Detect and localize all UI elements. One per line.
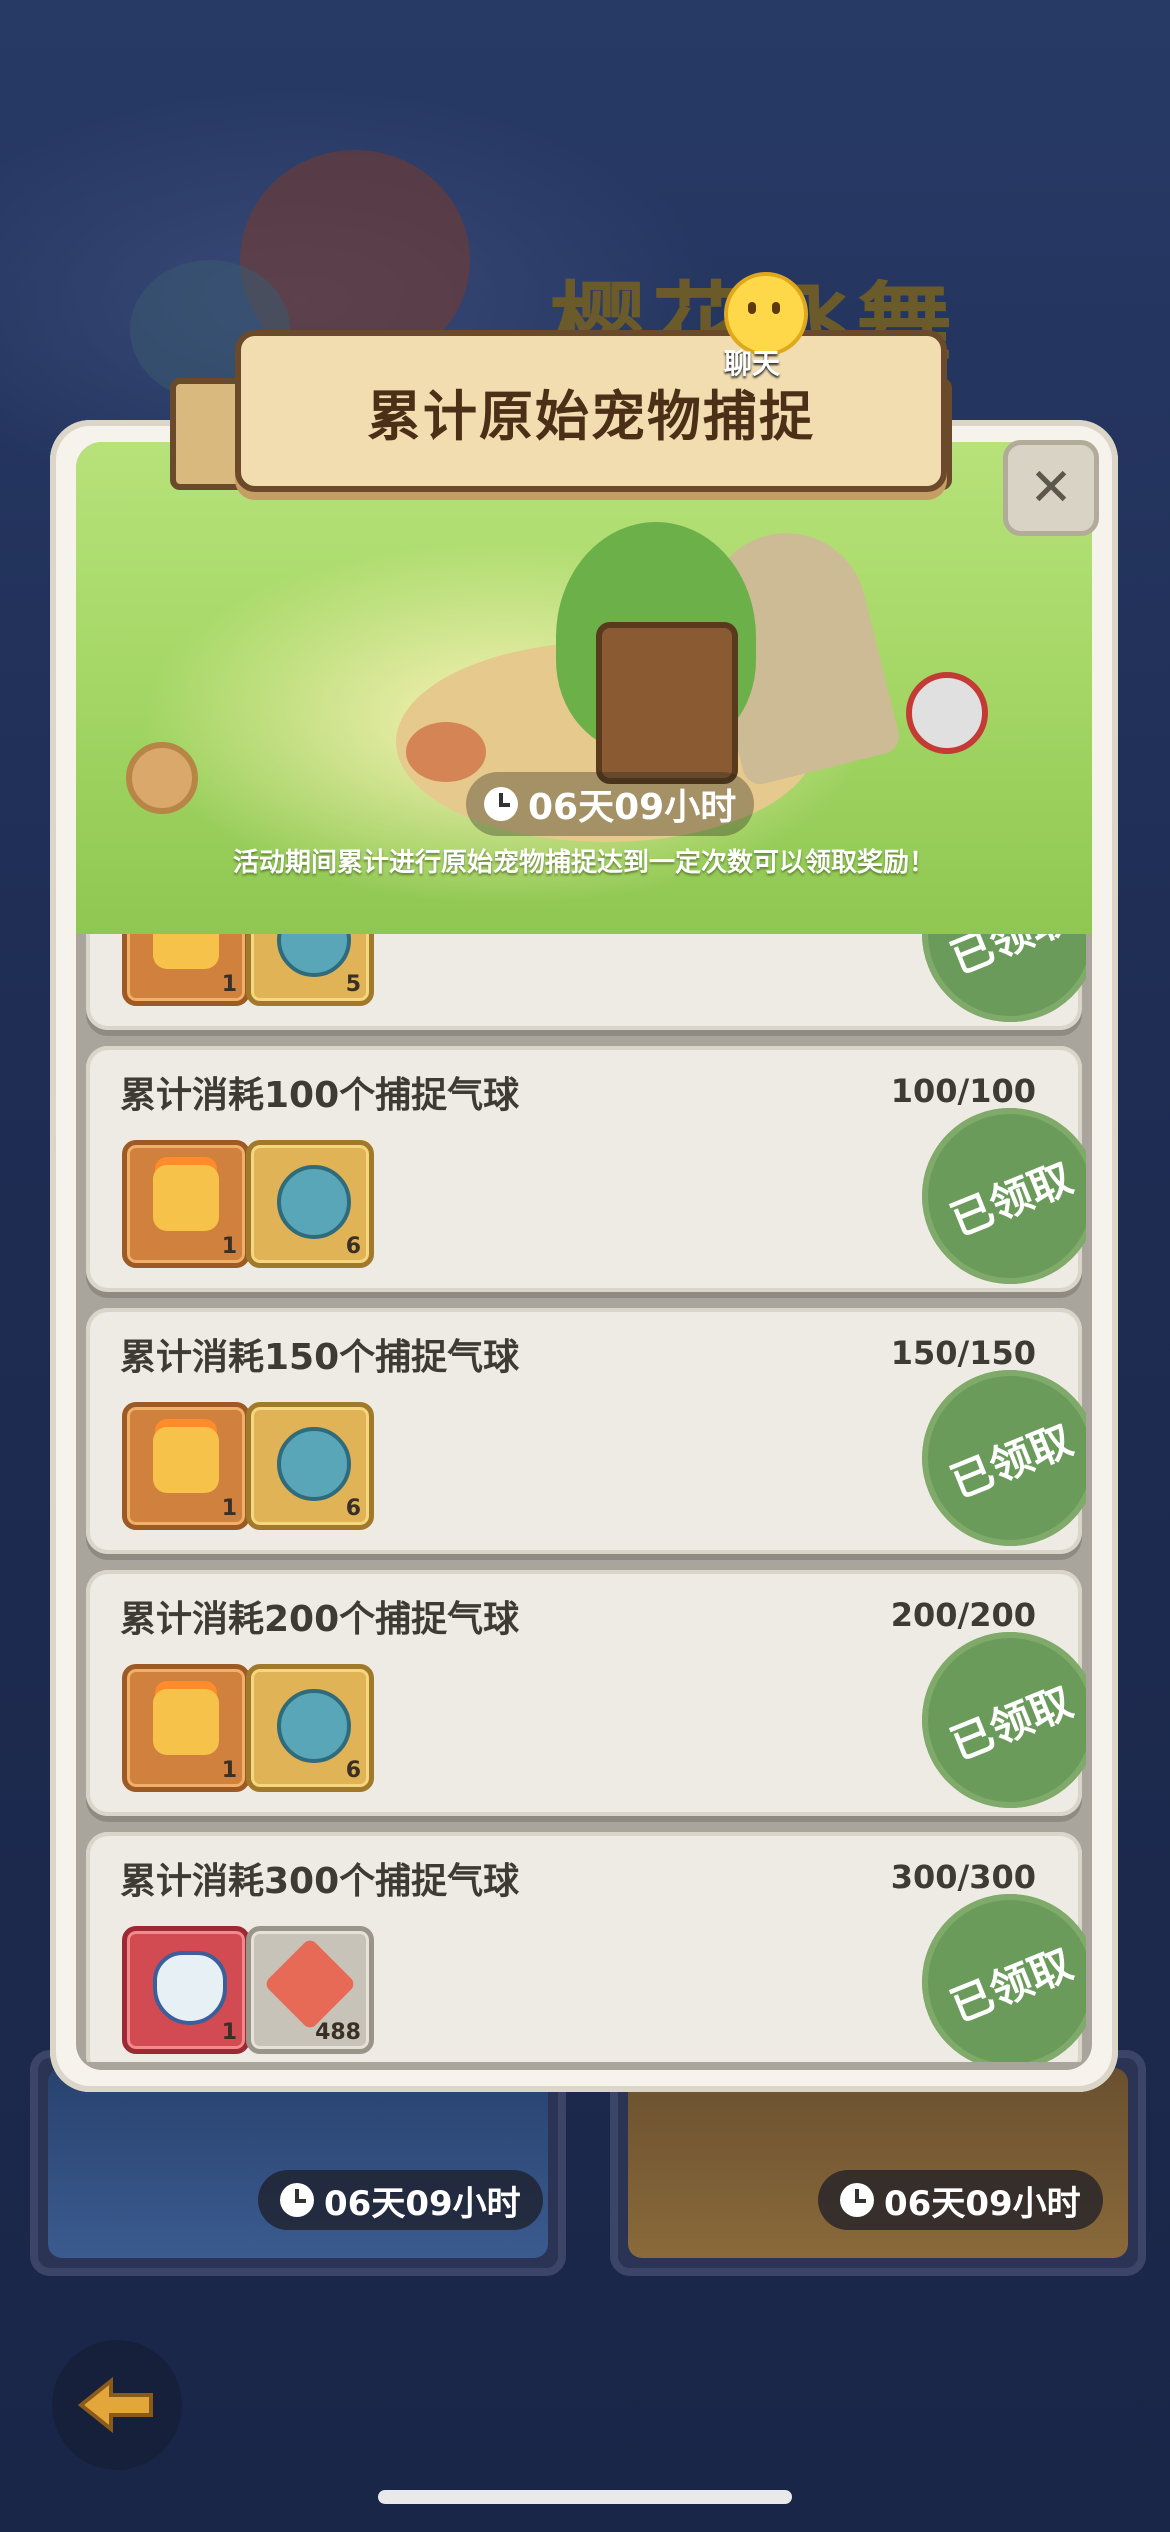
reward-item[interactable]: 1 [122, 934, 250, 1006]
reward-count: 6 [345, 1496, 361, 1521]
reward-dialog: 06天09小时 活动期间累计进行原始宠物捕捉达到一定次数可以领取奖励！ 1 5 … [50, 420, 1118, 2092]
flask-icon [277, 1427, 351, 1501]
back-arrow-icon [77, 2376, 153, 2434]
banner-cage-art [596, 622, 738, 784]
reward-item[interactable]: 1 [122, 1140, 250, 1268]
banner-star-sign-art [126, 742, 198, 814]
flask-icon [277, 1165, 351, 1239]
clock-icon [280, 2183, 314, 2217]
event-description: 活动期间累计进行原始宠物捕捉达到一定次数可以领取奖励！ [232, 848, 935, 878]
task-card: 累计消耗300个捕捉气球 300/300 1 488 已领取 [86, 1832, 1086, 2062]
reward-count: 488 [315, 2020, 361, 2045]
reward-count: 6 [345, 1234, 361, 1259]
task-card: 1 5 已领取 [86, 934, 1086, 1049]
claimed-stamp: 已领取 [895, 1605, 1086, 1835]
reward-item[interactable]: 1 [122, 1664, 250, 1792]
chest-icon [153, 1689, 219, 1755]
task-progress: 200/200 [890, 1596, 1036, 1634]
banner-pet-art [406, 722, 486, 782]
dialog-content: 06天09小时 活动期间累计进行原始宠物捕捉达到一定次数可以领取奖励！ 1 5 … [76, 442, 1092, 2070]
flask-icon [277, 1689, 351, 1763]
chest-icon [153, 1165, 219, 1231]
task-card: 累计消耗200个捕捉气球 200/200 1 6 已领取 [86, 1570, 1086, 1835]
chat-label: 聊天 [723, 347, 780, 380]
banner-pet-art-2 [906, 672, 988, 754]
home-indicator[interactable] [378, 2490, 792, 2504]
reward-count: 1 [221, 2020, 237, 2045]
event-card-timer-text: 06天09小时 [884, 2183, 1081, 2224]
close-icon: ✕ [1029, 458, 1073, 518]
reward-count: 5 [345, 972, 361, 997]
dialog-title-ribbon: 累计原始宠物捕捉 [235, 330, 947, 492]
reward-item[interactable]: 5 [246, 934, 374, 1006]
reward-item[interactable]: 6 [246, 1140, 374, 1268]
task-title: 累计消耗100个捕捉气球 [120, 1075, 520, 1116]
reward-item[interactable]: 6 [246, 1402, 374, 1530]
event-card-timer-text: 06天09小时 [324, 2183, 521, 2224]
clock-icon [840, 2183, 874, 2217]
flask-icon [277, 934, 351, 977]
claimed-stamp: 已领取 [895, 1867, 1086, 2062]
task-card: 累计消耗100个捕捉气球 100/100 1 6 已领取 [86, 1046, 1086, 1311]
task-progress: 150/150 [890, 1334, 1036, 1372]
close-button[interactable]: ✕ [1003, 440, 1099, 536]
reward-count: 1 [221, 1234, 237, 1259]
starfish-icon [263, 1937, 357, 2031]
task-title: 累计消耗200个捕捉气球 [120, 1599, 520, 1640]
reward-count: 1 [221, 972, 237, 997]
dialog-title: 累计原始宠物捕捉 [367, 384, 815, 448]
task-progress: 300/300 [890, 1858, 1036, 1896]
chest-icon [153, 934, 219, 969]
task-progress: 100/100 [890, 1072, 1036, 1110]
reward-item[interactable]: 1 [122, 1402, 250, 1530]
claimed-stamp: 已领取 [895, 1343, 1086, 1573]
reward-count: 6 [345, 1758, 361, 1783]
banner-timer-text: 06天09小时 [528, 787, 737, 828]
reward-count: 1 [221, 1496, 237, 1521]
claimed-stamp: 已领取 [895, 934, 1086, 1049]
event-banner: 06天09小时 活动期间累计进行原始宠物捕捉达到一定次数可以领取奖励！ [76, 442, 1092, 934]
task-title: 累计消耗150个捕捉气球 [120, 1337, 520, 1378]
chat-button[interactable]: 聊天 [690, 272, 814, 382]
task-list[interactable]: 1 5 已领取 累计消耗100个捕捉气球 100/100 1 6 已领取 累计消… [82, 934, 1086, 2062]
reward-item[interactable]: 6 [246, 1664, 374, 1792]
banner-timer: 06天09小时 [466, 772, 755, 836]
reward-count: 1 [221, 1758, 237, 1783]
event-card-timer: 06天09小时 [258, 2170, 543, 2230]
task-card: 累计消耗150个捕捉气球 150/150 1 6 已领取 [86, 1308, 1086, 1573]
event-card-timer: 06天09小时 [818, 2170, 1103, 2230]
clock-icon [484, 787, 518, 821]
reward-item[interactable]: 1 [122, 1926, 250, 2054]
pet-icon [153, 1951, 227, 2025]
task-title: 累计消耗300个捕捉气球 [120, 1861, 520, 1902]
back-button[interactable] [52, 2340, 182, 2470]
reward-item[interactable]: 488 [246, 1926, 374, 2054]
claimed-stamp: 已领取 [895, 1081, 1086, 1311]
chest-icon [153, 1427, 219, 1493]
